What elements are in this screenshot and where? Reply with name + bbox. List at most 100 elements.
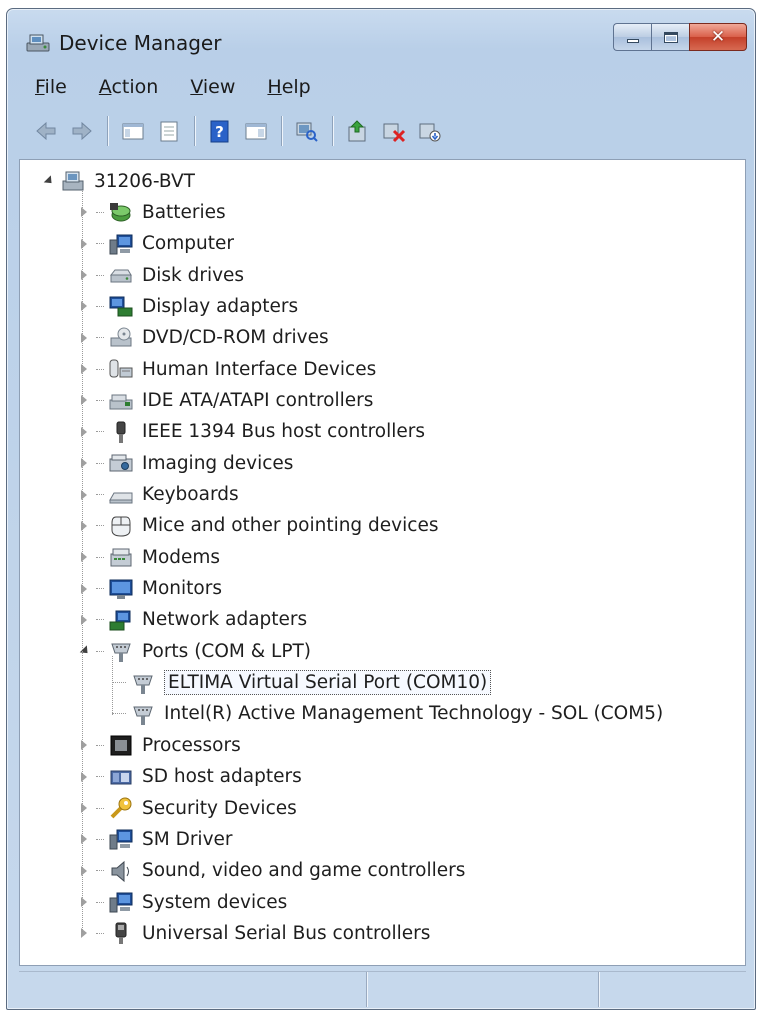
tree-category-sd-host-adapters[interactable]: SD host adapters bbox=[78, 762, 302, 792]
expand-collapse-toggle[interactable] bbox=[78, 583, 90, 595]
expand-collapse-toggle[interactable] bbox=[78, 551, 90, 563]
ieee1394-icon bbox=[116, 421, 126, 443]
tree-item-label: Universal Serial Bus controllers bbox=[142, 922, 431, 944]
title-bar[interactable]: Device Manager ✕ bbox=[7, 9, 755, 65]
tree-category-security-devices[interactable]: Security Devices bbox=[78, 793, 297, 823]
tree-category-universal-serial-bus-controllers[interactable]: Universal Serial Bus controllers bbox=[78, 918, 430, 948]
tree-connector bbox=[96, 776, 104, 778]
device-tree[interactable]: 31206-BVT Batteries Computer Disk drives Dis… bbox=[19, 159, 746, 966]
tree-connector bbox=[96, 650, 104, 652]
update-driver-icon bbox=[348, 120, 366, 142]
tree-item-label: ELTIMA Virtual Serial Port (COM10) bbox=[164, 670, 492, 696]
expand-collapse-toggle[interactable] bbox=[78, 238, 90, 250]
tree-category-mice-and-other-pointing-devices[interactable]: Mice and other pointing devices bbox=[78, 511, 438, 541]
expand-collapse-toggle[interactable] bbox=[78, 489, 90, 501]
properties-button[interactable] bbox=[152, 115, 186, 147]
expand-collapse-toggle[interactable] bbox=[78, 206, 90, 218]
tree-category-batteries[interactable]: Batteries bbox=[78, 197, 226, 227]
tree-category-sound-video-and-game-controllers[interactable]: Sound, video and game controllers bbox=[78, 856, 465, 886]
tree-category-sm-driver[interactable]: SM Driver bbox=[78, 824, 233, 854]
expand-collapse-toggle[interactable] bbox=[78, 457, 90, 469]
tree-category-dvd-cd-rom-drives[interactable]: DVD/CD-ROM drives bbox=[78, 323, 329, 353]
back-button[interactable] bbox=[29, 115, 63, 147]
expand-collapse-toggle[interactable] bbox=[78, 269, 90, 281]
tree-category-display-adapters[interactable]: Display adapters bbox=[78, 291, 298, 321]
forward-button[interactable] bbox=[65, 115, 99, 147]
menu-label-rest: ction bbox=[111, 76, 159, 98]
modem-icon bbox=[110, 548, 132, 567]
minimize-button[interactable] bbox=[613, 23, 651, 51]
tree-item-label: Network adapters bbox=[142, 609, 308, 631]
tree-root-computer[interactable]: 31206-BVT bbox=[42, 166, 195, 196]
tree-connector bbox=[96, 274, 104, 276]
menu-file[interactable]: File bbox=[17, 76, 81, 98]
help-icon: ? bbox=[210, 120, 229, 143]
show-action-pane-button[interactable] bbox=[239, 115, 273, 147]
tree-device-item[interactable]: Intel(R) Active Management Technology - … bbox=[112, 699, 663, 729]
sd-host-icon bbox=[110, 770, 132, 785]
expand-collapse-toggle[interactable] bbox=[78, 363, 90, 375]
toolbar-separator bbox=[107, 116, 108, 146]
tree-device-item[interactable]: ELTIMA Virtual Serial Port (COM10) bbox=[112, 668, 492, 698]
expand-collapse-toggle[interactable] bbox=[78, 927, 90, 939]
expand-collapse-toggle[interactable] bbox=[78, 865, 90, 877]
tree-connector bbox=[96, 525, 104, 527]
tree-connector bbox=[96, 243, 104, 245]
scan-hardware-button[interactable] bbox=[290, 115, 324, 147]
tree-category-modems[interactable]: Modems bbox=[78, 542, 220, 572]
tree-category-computer[interactable]: Computer bbox=[78, 229, 234, 259]
tree-category-ide-ata-atapi-controllers[interactable]: IDE ATA/ATAPI controllers bbox=[78, 385, 373, 415]
mouse-icon bbox=[111, 516, 131, 537]
root-computer-icon bbox=[62, 171, 84, 191]
expand-collapse-toggle[interactable] bbox=[78, 896, 90, 908]
device-manager-icon bbox=[26, 34, 50, 52]
tree-category-network-adapters[interactable]: Network adapters bbox=[78, 605, 307, 635]
menu-view[interactable]: View bbox=[172, 76, 249, 98]
expand-collapse-toggle[interactable] bbox=[78, 520, 90, 532]
menu-accelerator: F bbox=[35, 76, 45, 98]
tree-item-label: Modems bbox=[142, 546, 221, 568]
usb-icon bbox=[115, 922, 127, 945]
tree-category-ieee-1394-bus-host-controllers[interactable]: IEEE 1394 Bus host controllers bbox=[78, 417, 425, 447]
maximize-button[interactable] bbox=[651, 23, 689, 51]
tree-item-label: Ports (COM & LPT) bbox=[142, 640, 312, 662]
help-button[interactable]: ? bbox=[203, 115, 237, 147]
ide-controller-icon bbox=[109, 394, 133, 410]
tree-category-keyboards[interactable]: Keyboards bbox=[78, 480, 239, 510]
monitor-icon bbox=[109, 579, 133, 599]
action-pane-icon bbox=[245, 123, 267, 140]
status-segment bbox=[599, 972, 745, 1007]
scan-hardware-icon bbox=[296, 122, 318, 142]
tree-category-disk-drives[interactable]: Disk drives bbox=[78, 260, 244, 290]
expand-collapse-toggle[interactable] bbox=[78, 394, 90, 406]
tree-connector bbox=[96, 556, 104, 558]
tree-category-human-interface-devices[interactable]: Human Interface Devices bbox=[78, 354, 376, 384]
expand-collapse-toggle[interactable] bbox=[78, 300, 90, 312]
expand-collapse-toggle[interactable] bbox=[78, 833, 90, 845]
tree-item-label: System devices bbox=[142, 891, 288, 913]
show-hide-console-tree-button[interactable] bbox=[116, 115, 150, 147]
tree-category-processors[interactable]: Processors bbox=[78, 730, 241, 760]
expand-collapse-toggle[interactable] bbox=[78, 645, 92, 657]
maximize-icon bbox=[663, 31, 678, 43]
close-button[interactable]: ✕ bbox=[689, 23, 747, 51]
dvd-drive-icon bbox=[110, 327, 132, 347]
uninstall-button[interactable] bbox=[377, 115, 411, 147]
expand-collapse-toggle[interactable] bbox=[78, 426, 90, 438]
menu-help[interactable]: Help bbox=[249, 76, 324, 98]
tree-category-monitors[interactable]: Monitors bbox=[78, 574, 222, 604]
tree-category-imaging-devices[interactable]: Imaging devices bbox=[78, 448, 293, 478]
expand-collapse-toggle[interactable] bbox=[78, 739, 90, 751]
tree-category-system-devices[interactable]: System devices bbox=[78, 887, 287, 917]
expand-collapse-toggle[interactable] bbox=[42, 175, 56, 187]
menu-action[interactable]: Action bbox=[81, 76, 173, 98]
expand-collapse-toggle[interactable] bbox=[78, 802, 90, 814]
expand-collapse-toggle[interactable] bbox=[78, 332, 90, 344]
tree-connector bbox=[96, 901, 104, 903]
update-driver-button[interactable] bbox=[341, 115, 375, 147]
expand-collapse-toggle[interactable] bbox=[78, 771, 90, 783]
keyboard-icon bbox=[109, 492, 133, 503]
svg-text:?: ? bbox=[215, 123, 224, 141]
expand-collapse-toggle[interactable] bbox=[78, 614, 90, 626]
disable-button[interactable] bbox=[413, 115, 447, 147]
